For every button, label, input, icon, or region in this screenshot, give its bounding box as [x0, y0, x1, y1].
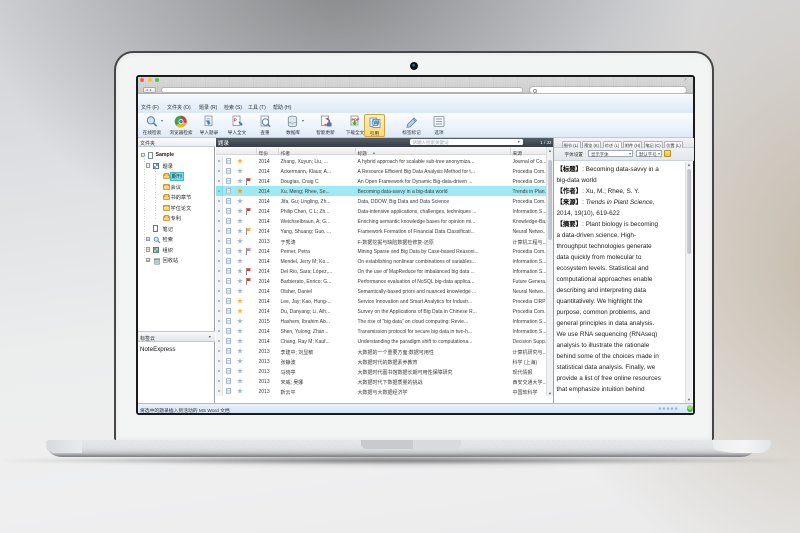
svg-text:W: W — [373, 120, 379, 126]
svg-text:PDF: PDF — [352, 117, 361, 122]
svg-text:P: P — [234, 117, 237, 122]
